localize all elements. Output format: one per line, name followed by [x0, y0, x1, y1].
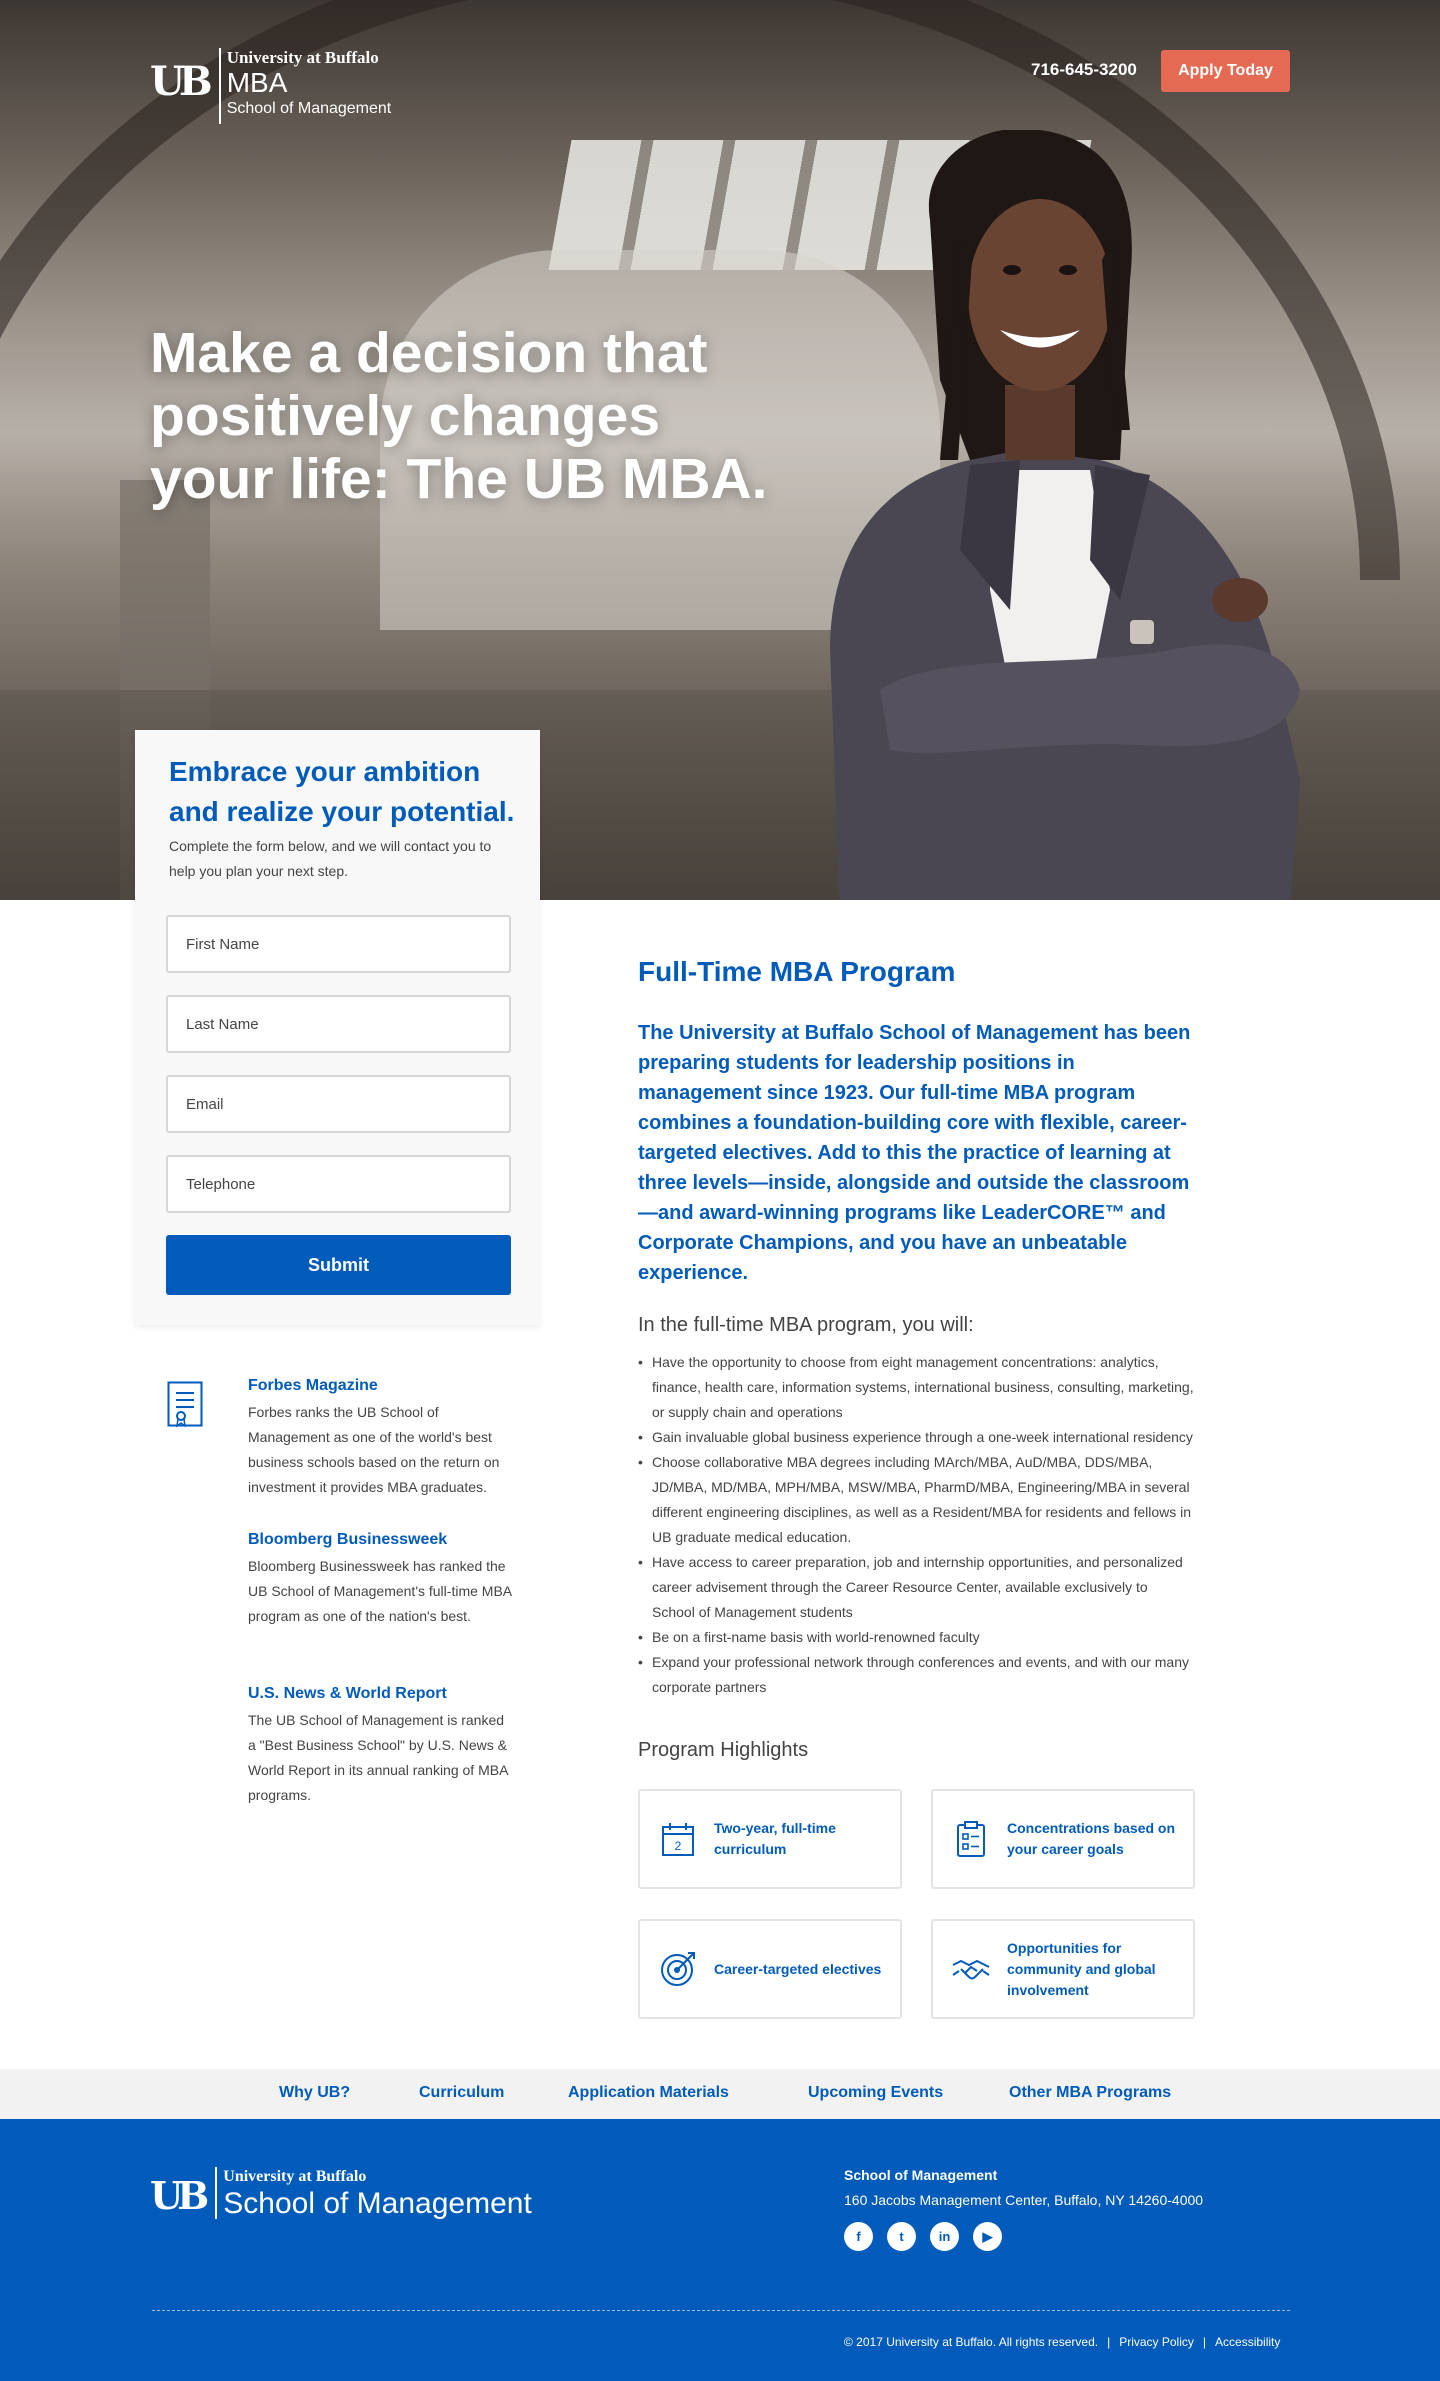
telephone-input[interactable] — [166, 1155, 511, 1213]
ranking-text: Forbes ranks the UB School of Management… — [248, 1404, 500, 1495]
form-title: Embrace your ambition and realize your p… — [169, 756, 515, 827]
youtube-icon[interactable]: ▶ — [973, 2222, 1002, 2251]
footer-logo-school: School of Management — [223, 2187, 532, 2220]
footer-divider — [152, 2310, 1290, 2311]
linkedin-icon[interactable]: in — [930, 2222, 959, 2251]
program-benefits-list: Have the opportunity to choose from eigh… — [638, 1350, 1194, 1700]
nav-why-ub[interactable]: Why UB? — [279, 2084, 350, 2102]
footer-logo[interactable]: UB University at Buffalo School of Manag… — [150, 2167, 532, 2221]
calendar-icon: 2 — [662, 1823, 694, 1856]
nav-application-materials[interactable]: Application Materials — [568, 2084, 729, 2102]
list-item: Have access to career preparation, job a… — [638, 1550, 1194, 1625]
program-intro: In the full-time MBA program, you will: — [638, 1314, 974, 1336]
target-icon — [661, 1952, 695, 1986]
program-content: Full-Time MBA Program The University at … — [638, 950, 1194, 1700]
highlight-card-curriculum: 2 Two-year, full-time curriculum — [638, 1789, 902, 1889]
list-item: Have the opportunity to choose from eigh… — [638, 1350, 1194, 1425]
list-item: Choose collaborative MBA degrees includi… — [638, 1450, 1194, 1550]
address-title: School of Management — [844, 2167, 998, 2183]
hero-person-photo — [830, 130, 1300, 900]
hero-headline: Make a decision that positively changes … — [150, 321, 768, 511]
lead-form-card: Embrace your ambition and realize your p… — [135, 730, 540, 1325]
ub-mba-logo[interactable]: UB University at Buffalo MBA School of M… — [150, 48, 391, 124]
apply-today-button[interactable]: Apply Today — [1161, 50, 1290, 92]
nav-other-mba-programs[interactable]: Other MBA Programs — [1009, 2084, 1171, 2102]
first-name-input[interactable] — [166, 915, 511, 973]
highlight-label: Career-targeted electives — [714, 1960, 882, 1977]
privacy-policy-link[interactable]: Privacy Policy — [1119, 2335, 1194, 2349]
logo-program-text: MBA — [226, 67, 288, 98]
highlight-card-electives: Career-targeted electives — [638, 1919, 902, 2019]
program-lead: The University at Buffalo School of Mana… — [638, 1022, 1191, 1284]
ranking-source: U.S. News & World Report — [248, 1685, 447, 1702]
footer: UB University at Buffalo School of Manag… — [0, 2119, 1440, 2381]
nav-upcoming-events[interactable]: Upcoming Events — [808, 2084, 943, 2102]
logo-divider — [215, 2167, 218, 2219]
logo-school-text: School of Management — [226, 100, 392, 117]
highlight-card-concentrations: Concentrations based on your career goal… — [931, 1789, 1195, 1889]
legal-separator: | — [1202, 2335, 1207, 2349]
legal-separator: | — [1107, 2335, 1111, 2349]
program-title: Full-Time MBA Program — [638, 956, 956, 987]
ub-logo-icon: UB — [150, 2173, 209, 2218]
phone-number-link[interactable]: 716-645-3200 — [1031, 60, 1137, 80]
list-item: Be on a first-name basis with world-reno… — [638, 1625, 1194, 1650]
ranking-forbes: Forbes Magazine Forbes ranks the UB Scho… — [248, 1374, 513, 1500]
ranking-bloomberg: Bloomberg Businessweek Bloomberg Busines… — [248, 1528, 513, 1629]
form-subtitle: Complete the form below, and we will con… — [169, 838, 492, 879]
accessibility-link[interactable]: Accessibility — [1215, 2335, 1280, 2349]
highlight-label: Two-year, full-time curriculum — [714, 1820, 836, 1857]
calendar-icon-number: 2 — [675, 1839, 682, 1853]
nav-curriculum[interactable]: Curriculum — [419, 2084, 504, 2102]
footer-legal: © 2017 University at Buffalo. All rights… — [844, 2335, 1280, 2349]
certificate-icon — [167, 1381, 203, 1427]
twitter-icon[interactable]: t — [887, 2222, 916, 2251]
address-text: 160 Jacobs Management Center, Buffalo, N… — [844, 2192, 1204, 2208]
facebook-icon[interactable]: f — [844, 2222, 873, 2251]
logo-divider — [218, 48, 221, 124]
ranking-text: The UB School of Management is ranked a … — [248, 1712, 508, 1803]
ub-logo-icon: UB — [150, 58, 213, 105]
secondary-nav: Why UB? Curriculum Application Materials… — [0, 2069, 1440, 2119]
list-item: Gain invaluable global business experien… — [638, 1425, 1194, 1450]
highlight-card-involvement: Opportunities for community and global i… — [931, 1919, 1195, 2019]
email-input[interactable] — [166, 1075, 511, 1133]
logo-university-text: University at Buffalo — [226, 48, 379, 67]
highlights-title: Program Highlights — [638, 1739, 809, 1761]
ranking-text: Bloomberg Businessweek has ranked the UB… — [248, 1558, 512, 1624]
checklist-icon — [957, 1821, 985, 1857]
ranking-source: Forbes Magazine — [248, 1377, 378, 1394]
highlight-label: Opportunities for community and global i… — [1007, 1939, 1156, 1998]
copyright-text: © 2017 University at Buffalo. All rights… — [844, 2335, 1099, 2349]
ranking-us-news: U.S. News & World Report The UB School o… — [248, 1682, 513, 1808]
footer-logo-university: University at Buffalo — [223, 2168, 367, 2185]
submit-button[interactable]: Submit — [166, 1235, 511, 1295]
last-name-input[interactable] — [166, 995, 511, 1053]
handshake-icon — [952, 1959, 990, 1980]
ranking-source: Bloomberg Businessweek — [248, 1531, 448, 1548]
highlight-label: Concentrations based on your career goal… — [1007, 1820, 1176, 1857]
list-item: Expand your professional network through… — [638, 1650, 1194, 1700]
